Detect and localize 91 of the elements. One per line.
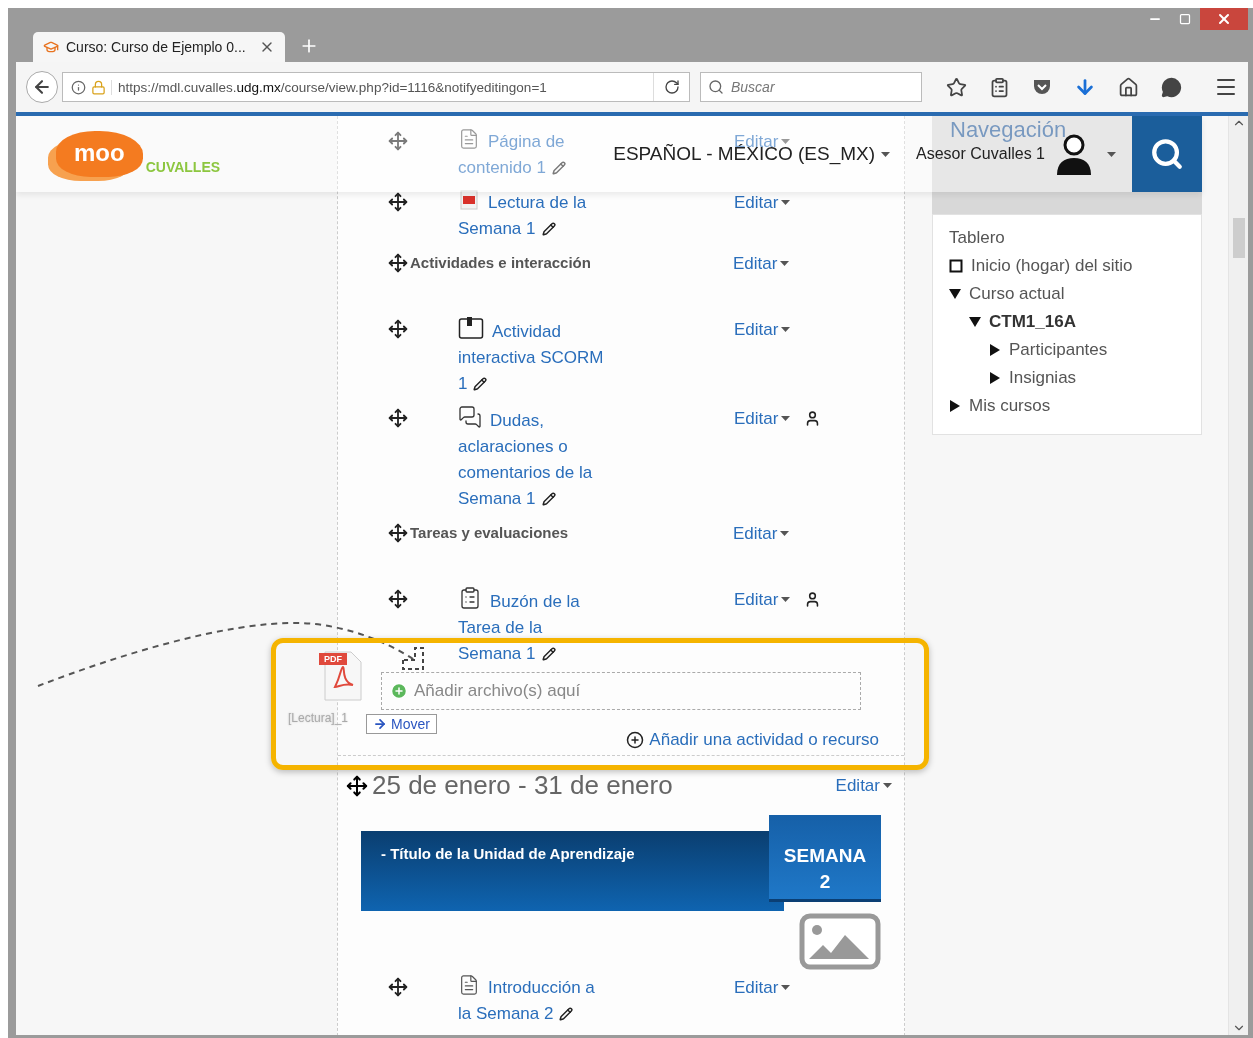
- section-label: Actividades e interacción: [410, 253, 592, 273]
- pencil-icon[interactable]: [473, 377, 488, 391]
- edit-menu-link[interactable]: Editar: [733, 523, 790, 543]
- caret-icon: [781, 984, 791, 990]
- section-label: Tareas y evaluaciones: [410, 523, 570, 543]
- caret-icon: [781, 138, 791, 144]
- home-icon[interactable]: [1118, 76, 1139, 98]
- star-icon[interactable]: [946, 76, 967, 98]
- info-icon[interactable]: [71, 79, 86, 95]
- add-activity-link[interactable]: Añadir una actividad o recurso: [626, 730, 879, 750]
- reload-icon[interactable]: [663, 79, 680, 95]
- edit-menu-link[interactable]: Editar: [734, 319, 791, 339]
- activity-link[interactable]: Buzón de la Tarea de la Semana 1: [458, 586, 610, 667]
- search-field[interactable]: Buscar: [700, 72, 922, 102]
- caret-icon: [881, 151, 891, 157]
- search-button[interactable]: [1132, 116, 1202, 192]
- box-icon: [458, 316, 484, 340]
- close-icon[interactable]: [1216, 11, 1232, 27]
- document-icon: [458, 128, 480, 150]
- add-circle-icon[interactable]: [626, 731, 645, 749]
- pdf-icon: [458, 189, 480, 211]
- download-icon[interactable]: [1074, 76, 1096, 98]
- activity-link[interactable]: Dudas, aclaraciones o comentarios de la Semana 1: [458, 405, 610, 512]
- move-icon[interactable]: [346, 774, 368, 797]
- nav-item[interactable]: Mis cursos: [969, 396, 1051, 416]
- search-icon[interactable]: [1150, 137, 1184, 171]
- collapsed-triangle-icon[interactable]: [989, 372, 1001, 384]
- document-icon: [458, 974, 480, 996]
- move-icon[interactable]: [388, 253, 408, 273]
- edit-menu-link[interactable]: Editar: [734, 408, 791, 428]
- edit-menu-link[interactable]: Editar: [835, 776, 892, 795]
- reading-list-icon[interactable]: [989, 76, 1010, 98]
- nav-item[interactable]: Curso actual: [969, 284, 1065, 304]
- file-type-label: PDF: [319, 653, 347, 665]
- edit-menu-link[interactable]: Editar: [733, 253, 790, 273]
- maximize-icon[interactable]: [1179, 13, 1191, 25]
- shield-icon[interactable]: [1032, 77, 1052, 97]
- unit-title-banner: - Título de la Unidad de Aprendizaje: [361, 831, 784, 911]
- back-button[interactable]: [26, 71, 58, 103]
- caret-icon: [1107, 151, 1116, 157]
- add-icon: [390, 682, 408, 700]
- chat-icon[interactable]: [1161, 76, 1182, 98]
- scroll-thumb[interactable]: [1232, 218, 1245, 258]
- scrollbar[interactable]: [1228, 116, 1248, 1035]
- close-window-button[interactable]: [1200, 8, 1248, 30]
- file-name: [Lectura]_1: [288, 711, 349, 725]
- move-icon[interactable]: [388, 589, 408, 609]
- caret-icon: [781, 326, 791, 332]
- collapsed-triangle-icon[interactable]: [949, 400, 961, 412]
- pencil-icon[interactable]: [559, 1007, 574, 1021]
- graduation-cap-icon: [43, 39, 59, 55]
- nav-item[interactable]: Inicio (hogar) del sitio: [971, 256, 1133, 276]
- collapsed-triangle-icon[interactable]: [989, 344, 1001, 356]
- pencil-icon[interactable]: [541, 647, 556, 661]
- move-icon[interactable]: [388, 977, 408, 997]
- file-drop-zone[interactable]: Añadir archivo(s) aquí: [381, 672, 861, 710]
- caret-icon: [781, 596, 791, 602]
- nav-item[interactable]: Insignias: [1009, 368, 1077, 388]
- caret-icon: [780, 530, 790, 536]
- edit-menu-link[interactable]: Editar: [734, 192, 791, 212]
- address-bar[interactable]: https://mdl.cuvalles.udg.mx/course/view.php?id=1116&notifyeditingon=1: [62, 72, 690, 102]
- nav-item[interactable]: Participantes: [1009, 340, 1108, 360]
- chat-bubbles-icon: [458, 405, 482, 429]
- clipboard-icon: [458, 586, 482, 610]
- square-icon: [949, 259, 963, 273]
- caret-icon: [781, 199, 791, 205]
- week-badge: SEMANA 2: [769, 815, 881, 899]
- expanded-triangle-icon[interactable]: [949, 288, 961, 300]
- move-icon[interactable]: [388, 192, 408, 212]
- caret-icon: [883, 783, 892, 788]
- move-icon[interactable]: [388, 319, 408, 339]
- activity-link[interactable]: Lectura de la Semana 1: [458, 189, 610, 242]
- edit-menu-link[interactable]: Editar: [734, 589, 791, 609]
- activity-link[interactable]: Introducción a la Semana 2: [458, 974, 610, 1027]
- nav-item[interactable]: Tablero: [949, 228, 1005, 248]
- caret-icon: [781, 415, 791, 421]
- move-icon[interactable]: [388, 523, 408, 543]
- edit-menu-link[interactable]: Editar: [734, 977, 791, 997]
- pencil-icon[interactable]: [541, 492, 556, 506]
- drop-target-icon: [401, 646, 426, 671]
- nav-item[interactable]: CTM1_16A: [989, 312, 1076, 332]
- expanded-triangle-icon[interactable]: [969, 316, 981, 328]
- caret-icon: [780, 260, 790, 266]
- section-title: 25 de enero - 31 de enero: [372, 770, 673, 801]
- search-icon: [708, 79, 724, 95]
- image-placeholder-icon: [799, 913, 881, 970]
- pencil-icon[interactable]: [541, 222, 556, 236]
- move-tooltip: Mover: [366, 714, 437, 734]
- browser-tab[interactable]: Curso: Curso de Ejemplo 0...: [33, 32, 285, 62]
- activity-link[interactable]: Actividad interactiva SCORM 1: [458, 316, 610, 397]
- move-icon[interactable]: [388, 408, 408, 428]
